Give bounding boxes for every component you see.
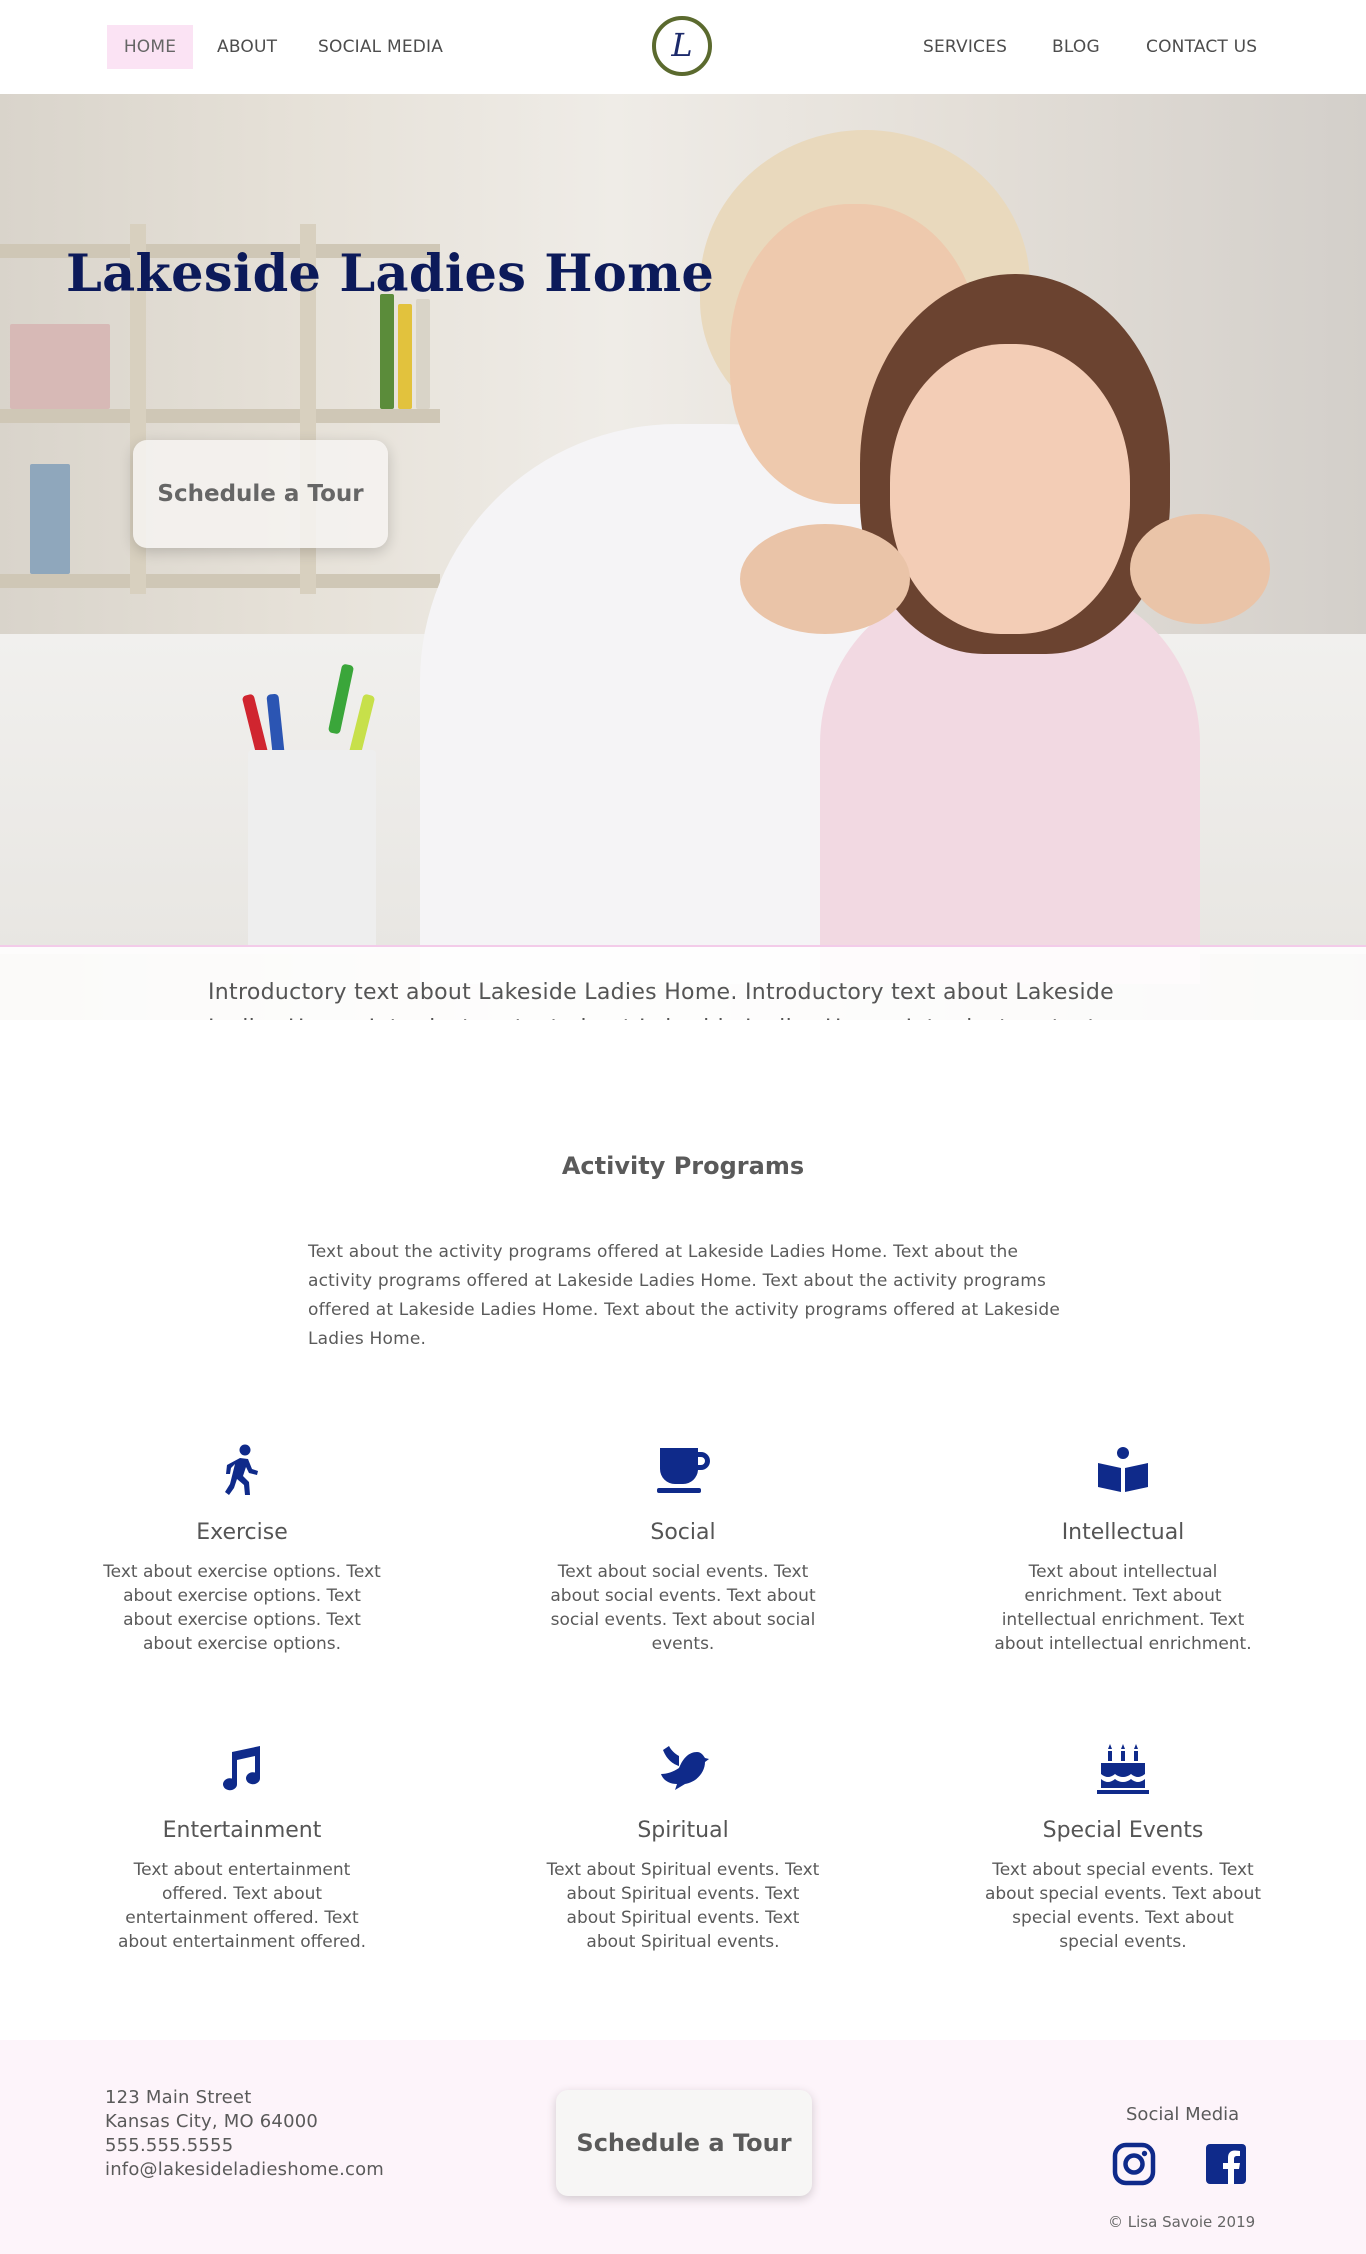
- email-address[interactable]: info@lakesideladieshome.com: [105, 2158, 384, 2182]
- card-title: Intellectual: [1061, 1520, 1185, 1545]
- social-media-label: Social Media: [1126, 2104, 1240, 2125]
- card-title: Social: [650, 1520, 716, 1545]
- card-text: Text about special events. Text about sp…: [984, 1860, 1262, 1952]
- card-title: Special Events: [1042, 1818, 1204, 1843]
- nav-about[interactable]: ABOUT: [217, 25, 277, 69]
- mug-icon: [653, 1440, 713, 1500]
- hero-section: Lakeside Ladies Home Schedule a Tour Int…: [0, 94, 1366, 1020]
- card-text: Text about Spiritual events. Text about …: [546, 1860, 820, 1952]
- book-reader-icon: [1093, 1440, 1153, 1500]
- facebook-icon[interactable]: [1204, 2142, 1248, 2186]
- girl-face: [890, 344, 1130, 634]
- card-text: Text about exercise options. Text about …: [103, 1562, 381, 1654]
- book: [416, 299, 430, 409]
- footer-address: 123 Main Street Kansas City, MO 64000 55…: [105, 2086, 384, 2182]
- activity-programs-title: Activity Programs: [561, 1152, 805, 1180]
- card-text: Text about intellectual enrichment. Text…: [994, 1562, 1252, 1654]
- copyright: © Lisa Savoie 2019: [1108, 2213, 1256, 2231]
- shelf: [0, 409, 440, 423]
- top-nav: HOME ABOUT SOCIAL MEDIA L SERVICES BLOG …: [0, 0, 1366, 94]
- hand: [1130, 514, 1270, 624]
- nav-contact-us[interactable]: CONTACT US: [1146, 25, 1257, 69]
- hand: [740, 524, 910, 634]
- hero-title: Lakeside Ladies Home: [66, 244, 715, 304]
- intro-banner: Introductory text about Lakeside Ladies …: [0, 945, 1366, 1020]
- city-state-zip: Kansas City, MO 64000: [105, 2111, 319, 2132]
- intro-text: Introductory text about Lakeside Ladies …: [208, 980, 1114, 1020]
- nav-home[interactable]: HOME: [107, 25, 193, 69]
- book: [380, 294, 394, 409]
- nav-social-media[interactable]: SOCIAL MEDIA: [318, 25, 443, 69]
- dove-icon: [653, 1738, 713, 1798]
- pencil-cup: [248, 750, 376, 950]
- shelf: [0, 574, 440, 588]
- birthday-cake-icon: [1093, 1738, 1153, 1798]
- nav-blog[interactable]: BLOG: [1052, 25, 1100, 69]
- instagram-icon[interactable]: [1112, 2142, 1156, 2186]
- nav-services[interactable]: SERVICES: [923, 25, 1007, 69]
- site-logo[interactable]: L: [652, 16, 712, 76]
- card-text: Text about entertainment offered. Text a…: [117, 1860, 367, 1952]
- activity-programs-text: Text about the activity programs offered…: [308, 1242, 1060, 1349]
- footer: 123 Main Street Kansas City, MO 64000 55…: [0, 2040, 1366, 2254]
- card-title: Spiritual: [637, 1818, 729, 1843]
- card-title: Entertainment: [162, 1818, 322, 1843]
- schedule-tour-button[interactable]: Schedule a Tour: [133, 440, 388, 548]
- footer-schedule-tour-button[interactable]: Schedule a Tour: [556, 2090, 812, 2196]
- book: [398, 304, 412, 409]
- card-text: Text about social events. Text about soc…: [550, 1562, 816, 1654]
- music-icon: [212, 1738, 272, 1798]
- walking-icon: [212, 1440, 272, 1500]
- card-title: Exercise: [196, 1520, 288, 1545]
- logo-letter: L: [671, 26, 693, 64]
- street-address: 123 Main Street: [105, 2087, 252, 2108]
- book: [30, 464, 70, 574]
- book: [10, 324, 110, 409]
- phone-number[interactable]: 555.555.5555: [105, 2134, 384, 2158]
